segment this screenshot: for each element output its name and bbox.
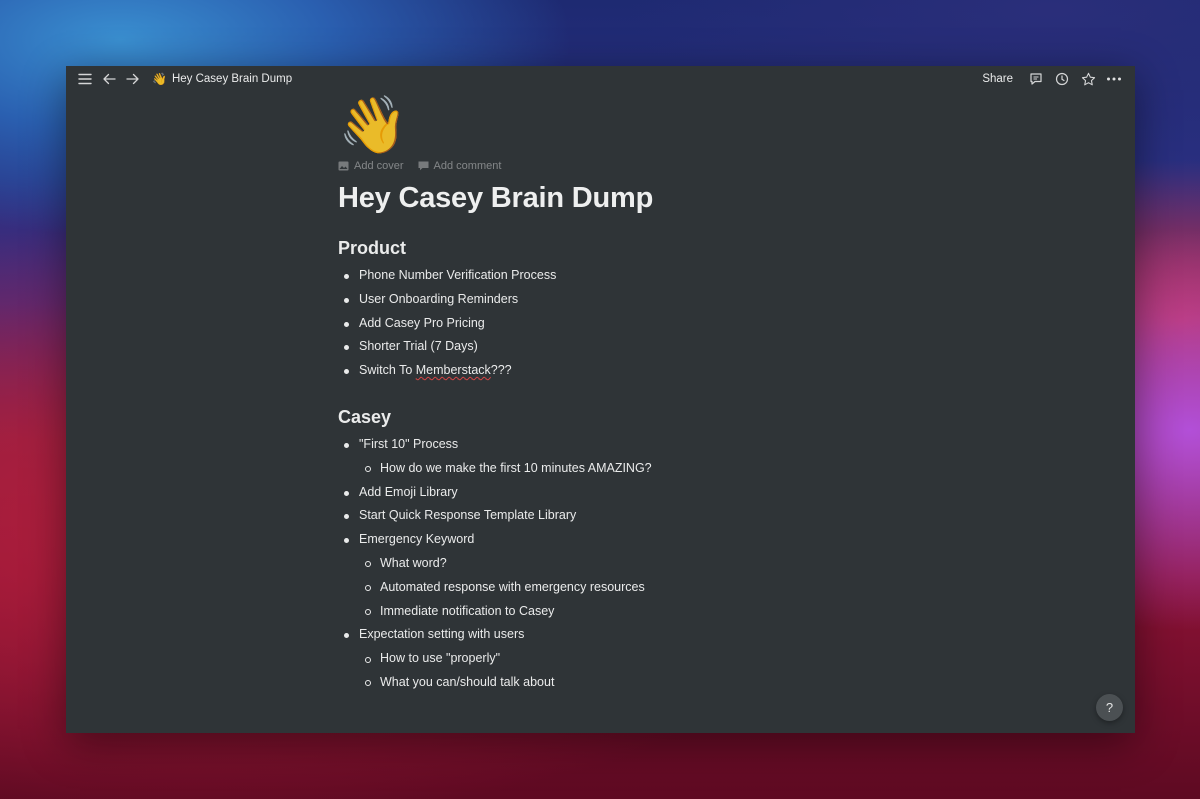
casey-list: "First 10" Process How do we make the fi… <box>338 433 898 695</box>
list-item[interactable]: "First 10" Process <box>338 433 898 457</box>
page-content: 👋 Add cover Add comment Hey Casey Brain … <box>338 94 898 695</box>
image-icon <box>338 161 349 171</box>
breadcrumb-emoji: 👋 <box>152 72 167 86</box>
section-heading-product[interactable]: Product <box>338 236 898 260</box>
misspelled-word: Memberstack <box>415 363 491 378</box>
notion-window: 👋 Hey Casey Brain Dump Share 👋 Add cover… <box>66 66 1135 733</box>
page-actions: Add cover Add comment <box>338 160 898 172</box>
list-item[interactable]: Emergency Keyword <box>338 528 898 552</box>
more-dots-icon[interactable] <box>1105 70 1123 88</box>
sub-list-item[interactable]: How do we make the first 10 minutes AMAZ… <box>338 457 898 481</box>
history-clock-icon[interactable] <box>1053 70 1071 88</box>
list-item[interactable]: Add Casey Pro Pricing <box>338 312 898 336</box>
breadcrumb-title: Hey Casey Brain Dump <box>171 73 293 85</box>
list-item[interactable]: Shorter Trial (7 Days) <box>338 335 898 359</box>
add-cover-button[interactable]: Add cover <box>338 160 404 172</box>
back-arrow-icon[interactable] <box>100 70 118 88</box>
favorite-star-icon[interactable] <box>1079 70 1097 88</box>
comment-icon[interactable] <box>1027 70 1045 88</box>
breadcrumb[interactable]: 👋 Hey Casey Brain Dump <box>152 73 292 85</box>
page-icon-emoji[interactable]: 👋 <box>338 94 898 156</box>
add-comment-button[interactable]: Add comment <box>418 160 502 172</box>
topbar-left: 👋 Hey Casey Brain Dump <box>66 70 292 88</box>
forward-arrow-icon[interactable] <box>124 70 142 88</box>
list-item-suffix: ??? <box>490 363 512 378</box>
product-list: Phone Number Verification Process User O… <box>338 264 898 383</box>
list-item[interactable]: Phone Number Verification Process <box>338 264 898 288</box>
sub-list-item[interactable]: Automated response with emergency resour… <box>338 576 898 600</box>
add-comment-label: Add comment <box>433 160 502 172</box>
list-item[interactable]: Switch To Memberstack??? <box>338 359 898 383</box>
list-item[interactable]: Start Quick Response Template Library <box>338 504 898 528</box>
topbar-right: Share <box>982 70 1135 88</box>
topbar: 👋 Hey Casey Brain Dump Share <box>66 66 1135 92</box>
sub-list-item[interactable]: How to use "properly" <box>338 647 898 671</box>
sub-list-item[interactable]: Immediate notification to Casey <box>338 600 898 624</box>
list-item[interactable]: Expectation setting with users <box>338 623 898 647</box>
list-item[interactable]: Add Emoji Library <box>338 481 898 505</box>
page-title[interactable]: Hey Casey Brain Dump <box>338 178 898 218</box>
help-button[interactable]: ? <box>1096 694 1123 721</box>
sub-list-item[interactable]: What word? <box>338 552 898 576</box>
list-item-prefix: Switch To <box>359 363 416 378</box>
menu-icon[interactable] <box>76 70 94 88</box>
sub-list-item[interactable]: What you can/should talk about <box>338 671 898 695</box>
share-button[interactable]: Share <box>982 73 1013 85</box>
section-heading-casey[interactable]: Casey <box>338 405 898 429</box>
list-item[interactable]: User Onboarding Reminders <box>338 288 898 312</box>
comment-bubble-icon <box>418 161 429 171</box>
add-cover-label: Add cover <box>354 160 404 172</box>
